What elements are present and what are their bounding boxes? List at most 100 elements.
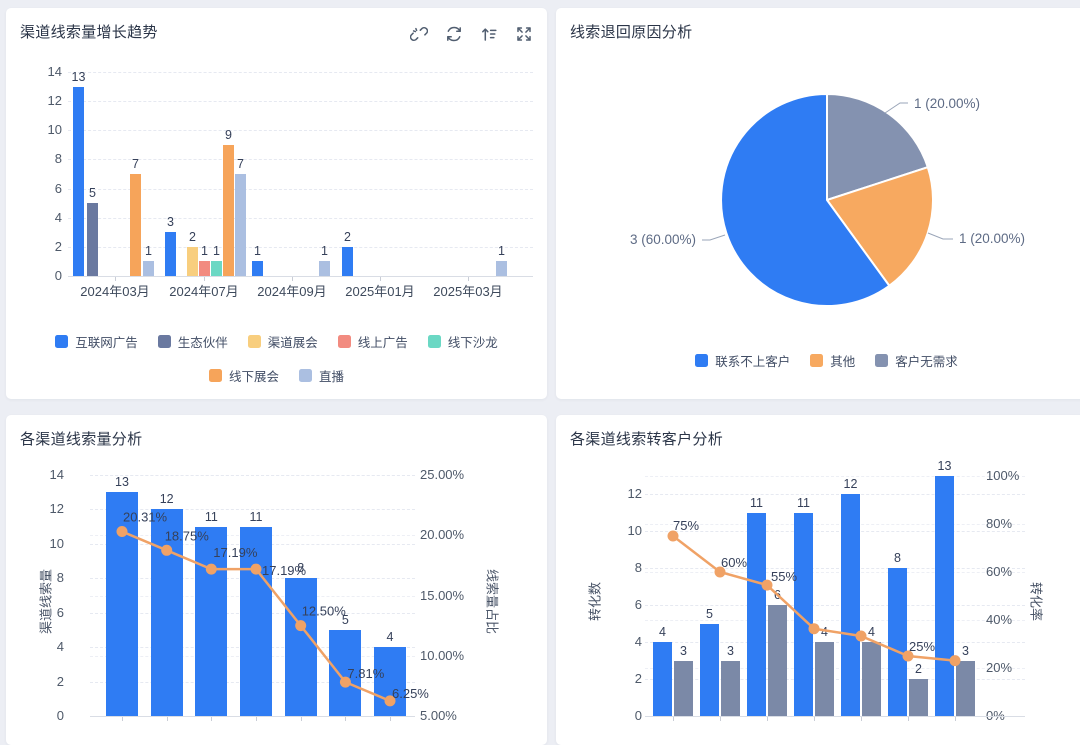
bar-converted-count: [909, 679, 928, 716]
legend-item[interactable]: 线上广告: [338, 332, 408, 351]
pie-chart-canvas: 1 (20.00%)1 (20.00%)3 (60.00%)联系不上客户其他客户…: [556, 8, 1080, 399]
bar-value-label: 2: [332, 230, 363, 245]
bar-value-label: 1: [242, 244, 273, 259]
y-axis-tick-label: 14: [34, 64, 62, 80]
grouped-bar-chart-canvas: 024681012142024年03月2024年07月2024年09月2025年…: [6, 8, 547, 399]
bar-value-label: 8: [281, 561, 321, 576]
x-axis-tick-label: 2025年03月: [423, 284, 513, 300]
panel-lead-return-reason: 线索退回原因分析 1 (20.00%)1 (20.00%)3 (60.00%)联…: [556, 8, 1080, 399]
线下沙龙-legend-chip: [428, 335, 441, 348]
legend-item[interactable]: 线下展会: [209, 366, 279, 385]
legend-item[interactable]: 生态伙伴: [158, 332, 228, 351]
bar-value-label: 13: [927, 459, 962, 474]
pie-slice-联系不上客户: [721, 94, 889, 306]
gridline: [68, 130, 533, 131]
x-axis-tick: [256, 717, 257, 721]
legend-item[interactable]: 直播: [299, 366, 344, 385]
bar-converted-count: [768, 605, 787, 716]
bar-line-chart-canvas: 0246810120%20%40%60%80%100%转化数转化率4353116…: [556, 415, 1080, 745]
legend-item[interactable]: 线下沙龙: [428, 332, 498, 351]
y-right-tick-label: 20.00%: [420, 527, 464, 543]
legend-item-label: 线下展会: [229, 366, 279, 385]
bar-value-label: 1: [309, 244, 340, 259]
legend-item-label: 联系不上客户: [715, 351, 790, 370]
legend: 联系不上客户 其他 客户无需求: [556, 351, 1080, 370]
bar-value-label: 12: [147, 492, 187, 507]
bar-value-label: 11: [786, 496, 821, 511]
line-marker: [668, 531, 679, 542]
y-left-axis-name: 渠道线索量: [36, 562, 55, 642]
y-axis-tick-label: 8: [34, 151, 62, 167]
legend-item-label: 直播: [319, 366, 344, 385]
bar-lead-count: [106, 492, 138, 716]
gridline: [645, 572, 1025, 573]
线下展会-legend-chip: [209, 369, 222, 382]
gridline: [645, 494, 1025, 495]
bar-converted-count: [862, 642, 881, 716]
bar-value-label: 3: [666, 644, 701, 659]
legend-item-label: 客户无需求: [895, 351, 958, 370]
x-axis-tick-label: 2025年01月: [335, 284, 425, 300]
y-left-tick-label: 12: [36, 501, 64, 517]
y-left-tick-label: 6: [614, 597, 642, 613]
x-axis-tick: [292, 277, 293, 281]
y-left-tick-label: 8: [614, 560, 642, 576]
bar-value-label: 3: [155, 215, 186, 230]
gridline: [68, 72, 533, 73]
legend-item[interactable]: 互联网广告: [55, 332, 138, 351]
pie-slice-label: 1 (20.00%): [914, 96, 980, 111]
legend-item[interactable]: 渠道展会: [248, 332, 318, 351]
bar-value-label: 4: [370, 630, 410, 645]
bar-互联网广告: [342, 247, 353, 276]
x-axis-tick: [345, 717, 346, 721]
bar-直播: [496, 261, 507, 276]
bar-converted-count: [956, 661, 975, 717]
bar-value-label: 1: [486, 244, 517, 259]
x-axis-tick: [673, 717, 674, 721]
bar-value-label: 11: [739, 496, 774, 511]
legend-item[interactable]: 客户无需求: [875, 351, 958, 370]
bar-value-label: 7: [120, 157, 151, 172]
x-axis-tick: [767, 717, 768, 721]
legend-item[interactable]: 联系不上客户: [695, 351, 790, 370]
panel-channel-lead-conversion: 各渠道线索转客户分析 0246810120%20%40%60%80%100%转化…: [556, 415, 1080, 745]
bar-lead-count: [841, 494, 860, 716]
bar-converted-count: [674, 661, 693, 717]
bar-value-label: 1: [133, 244, 164, 259]
其他-legend-chip: [810, 354, 823, 367]
bar-lead-count: [888, 568, 907, 716]
x-axis-tick-label: 2024年03月: [70, 284, 160, 300]
直播-legend-chip: [299, 369, 312, 382]
bar-lead-count: [195, 527, 227, 716]
pie-label-line: [702, 235, 725, 240]
生态伙伴-legend-chip: [158, 335, 171, 348]
bar-lead-count: [240, 527, 272, 716]
x-axis-tick: [814, 717, 815, 721]
bar-value-label: 2: [901, 662, 936, 677]
bar-value-label: 8: [880, 551, 915, 566]
bar-lead-count: [935, 476, 954, 717]
gridline: [68, 101, 533, 102]
legend: 线下展会 直播: [6, 366, 547, 385]
bar-lead-count: [374, 647, 406, 716]
x-axis-tick-label: 2024年07月: [159, 284, 249, 300]
bar-converted-count: [815, 642, 834, 716]
pie-slice-其他: [827, 167, 933, 286]
bar-value-label: 7: [225, 157, 256, 172]
bar-converted-count: [721, 661, 740, 717]
legend-item-label: 线上广告: [358, 332, 408, 351]
bar-value-label: 11: [191, 510, 231, 525]
bar-lead-count: [151, 509, 183, 716]
legend-item[interactable]: 其他: [810, 351, 855, 370]
y-left-tick-label: 10: [36, 536, 64, 552]
x-axis-tick: [720, 717, 721, 721]
互联网广告-legend-chip: [55, 335, 68, 348]
pie-slice-客户无需求: [827, 94, 928, 200]
gridline: [645, 568, 1025, 569]
y-left-tick-label: 14: [36, 467, 64, 483]
pie-label-line: [928, 233, 953, 239]
y-axis-tick-label: 10: [34, 122, 62, 138]
x-axis-tick: [380, 277, 381, 281]
x-axis-tick: [122, 717, 123, 721]
bar-value-label: 13: [63, 70, 94, 85]
